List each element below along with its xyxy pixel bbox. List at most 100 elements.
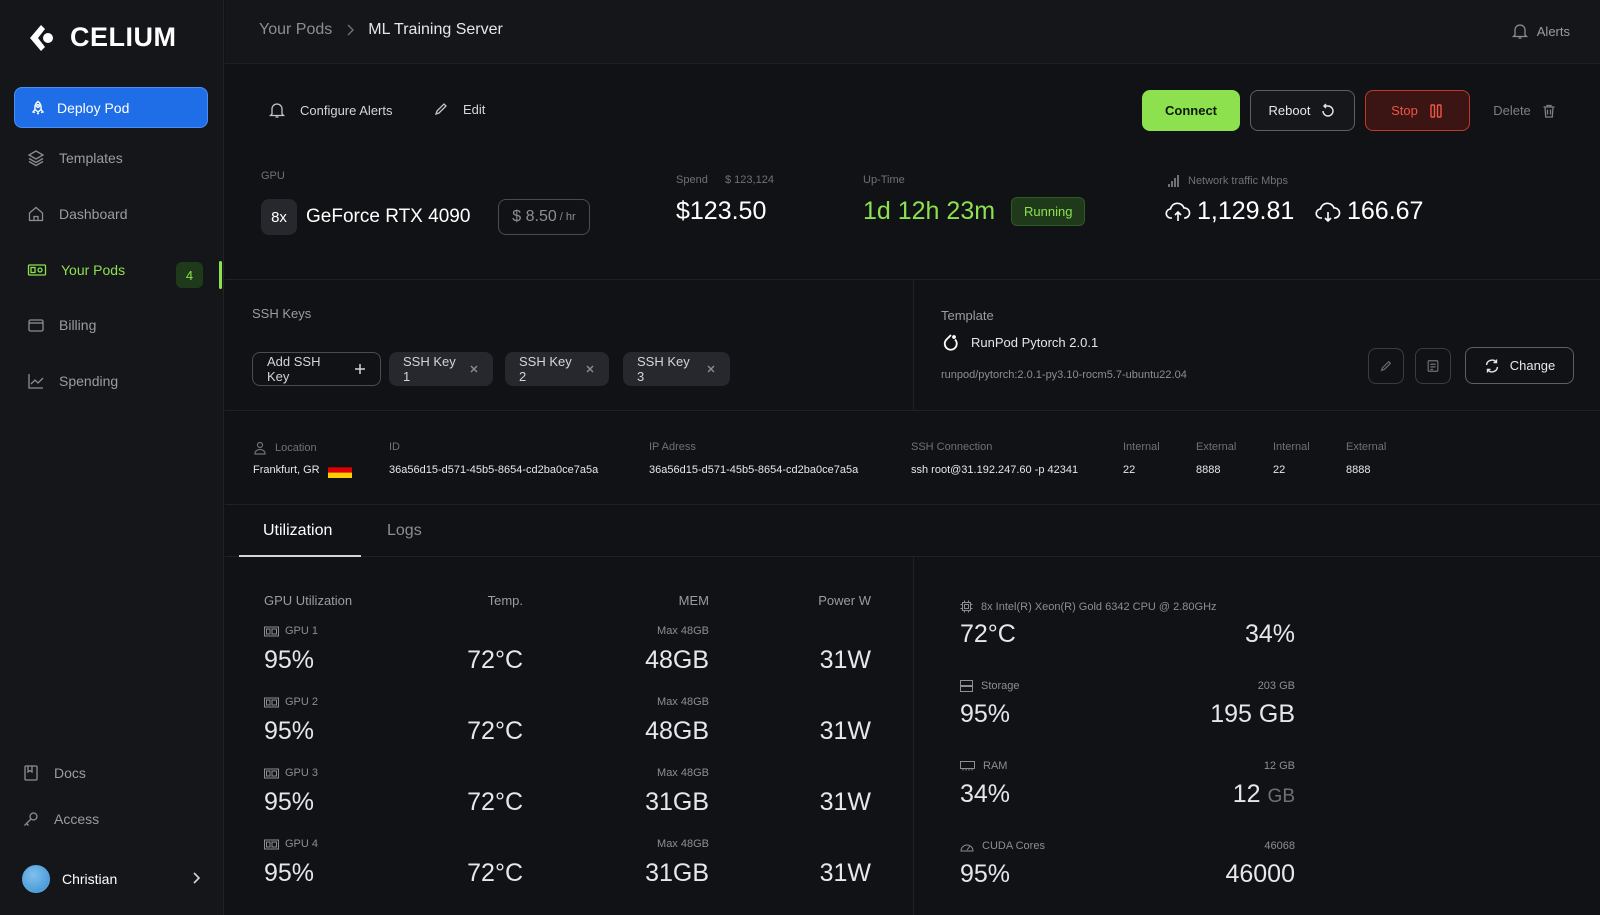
ram-icon [960, 761, 975, 771]
spend-label: Spend [676, 174, 708, 186]
active-indicator [219, 261, 222, 289]
delete-label: Delete [1493, 103, 1531, 118]
gauge-icon [960, 840, 974, 852]
edit-template-button[interactable] [1368, 348, 1404, 384]
gpu-mem-max: Max 48GB [657, 838, 709, 850]
edit-label: Edit [463, 101, 486, 117]
gpu-name: GeForce RTX 4090 [306, 206, 471, 227]
pause-icon [1428, 103, 1444, 119]
hourly-price: $ 8.50 / hr [498, 199, 590, 235]
cpu-label: 8x Intel(R) Xeon(R) Gold 6342 CPU @ 2.80… [960, 600, 1217, 613]
sidebar-item-spending[interactable]: Spending [27, 369, 118, 393]
chart-icon [27, 372, 45, 390]
id-field: ID 36a56d15-d571-45b5-8654-cd2ba0ce7a5a [389, 441, 598, 476]
gpu-icon [264, 839, 279, 850]
stop-label: Stop [1391, 103, 1418, 118]
change-template-button[interactable]: Change [1465, 347, 1574, 384]
logo[interactable]: CELIUM [26, 22, 177, 53]
cuda-total: 46068 [1264, 840, 1295, 852]
gpu-temp-value: 72°C [467, 717, 523, 745]
sidebar-item-billing[interactable]: Billing [27, 313, 96, 337]
template-notes-button[interactable] [1415, 348, 1451, 384]
cpu-icon [960, 600, 973, 613]
sidebar-item-access[interactable]: Access [22, 807, 99, 831]
layers-icon [27, 149, 45, 167]
gpu-mem-value: 31GB [645, 788, 709, 816]
deploy-pod-label: Deploy Pod [57, 99, 130, 116]
ip-field: IP Adress 36a56d15-d571-45b5-8654-cd2ba0… [649, 441, 858, 476]
sidebar-item-your-pods[interactable]: Your Pods [27, 258, 125, 282]
add-ssh-key-button[interactable]: Add SSH Key [252, 352, 381, 386]
storage-percent: 95% [960, 700, 1011, 728]
port-value: 22 [1273, 464, 1286, 476]
stop-button[interactable]: Stop [1365, 90, 1470, 131]
ssh-key-chip[interactable]: SSH Key 1 [389, 352, 493, 386]
pod-stats: GPU 8x GeForce RTX 4090 $ 8.50 / hr Spen… [225, 154, 1600, 280]
topbar: Your Pods ML Training Server Alerts [225, 0, 1600, 64]
gpu-mem-value: 31GB [645, 859, 709, 887]
cuda-percent: 95% [960, 860, 1011, 888]
template-image: runpod/pytorch:2.0.1-py3.10-rocm5.7-ubun… [941, 369, 1187, 381]
ssh-key-label: SSH Key 2 [519, 354, 572, 384]
gpu-label: GPU 1 [264, 625, 318, 637]
template-name-row: RunPod Pytorch 2.0.1 [941, 332, 1098, 352]
sidebar-item-docs[interactable]: Docs [22, 761, 86, 785]
pod-connection-info: Location Frankfurt, GR ID 36a56d15-d571-… [225, 412, 1600, 505]
reboot-button[interactable]: Reboot [1250, 90, 1355, 131]
utilization-panel: GPU Utilization Temp. MEM Power W GPU 1 … [225, 557, 1600, 915]
connect-button[interactable]: Connect [1142, 90, 1240, 131]
ram-percent: 34% [960, 780, 1011, 808]
wallet-icon [27, 316, 45, 334]
ssh-key-chip[interactable]: SSH Key 3 [623, 352, 730, 386]
close-icon[interactable] [469, 364, 479, 374]
ip-value[interactable]: 36a56d15-d571-45b5-8654-cd2ba0ce7a5a [649, 464, 858, 476]
port-field: Internal 22 [1273, 441, 1310, 476]
ssh-connection-label: SSH Connection [911, 441, 993, 453]
alerts-button[interactable]: Alerts [1511, 22, 1570, 40]
delete-button[interactable]: Delete [1490, 90, 1560, 131]
uptime-value: 1d 12h 23m [863, 197, 996, 225]
ram-used-unit: GB [1267, 786, 1295, 807]
gpu-util-value: 95% [264, 646, 315, 674]
port-label: Internal [1123, 441, 1160, 453]
location-label: Location [275, 442, 317, 454]
ip-label: IP Adress [649, 441, 696, 453]
sidebar-item-label: Docs [54, 765, 86, 781]
configure-alerts-button[interactable]: Configure Alerts [268, 101, 393, 119]
sidebar-item-label: Access [54, 811, 100, 827]
connect-label: Connect [1165, 103, 1217, 118]
user-menu[interactable]: Christian [22, 864, 202, 894]
tab-utilization[interactable]: Utilization [263, 522, 332, 540]
gpu-icon [264, 768, 279, 779]
close-icon[interactable] [585, 364, 595, 374]
close-icon[interactable] [706, 364, 716, 374]
breadcrumb-your-pods[interactable]: Your Pods [259, 21, 332, 39]
brand-name: CELIUM [70, 22, 177, 52]
tab-logs[interactable]: Logs [387, 522, 422, 540]
cloud-download-icon [1315, 201, 1341, 223]
spend-value: $123.50 [676, 197, 767, 225]
chevron-right-icon [190, 871, 202, 885]
download-stat: 166.67 [1315, 197, 1423, 226]
tabs: Utilization Logs [225, 505, 1600, 557]
gpu-temp-value: 72°C [467, 646, 523, 674]
upload-value: 1,129.81 [1197, 197, 1295, 225]
gpu-name: GPU 2 [285, 696, 319, 708]
gpu-icon [27, 261, 47, 279]
port-value: 8888 [1196, 464, 1221, 476]
storage-used: 195 GB [1210, 700, 1295, 728]
ssh-key-chip[interactable]: SSH Key 2 [505, 352, 609, 386]
document-icon [1426, 359, 1440, 373]
sidebar-item-templates[interactable]: Templates [27, 146, 123, 170]
alerts-label: Alerts [1536, 23, 1570, 39]
sidebar-item-dashboard[interactable]: Dashboard [27, 202, 128, 226]
id-label: ID [389, 441, 400, 453]
deploy-pod-button[interactable]: Deploy Pod [14, 87, 208, 128]
main-content: Your Pods ML Training Server Alerts Conf… [225, 0, 1600, 915]
edit-button[interactable]: Edit [433, 101, 485, 117]
ssh-connection-value[interactable]: ssh root@31.192.247.60 -p 42341 [911, 464, 1078, 476]
cloud-upload-icon [1165, 201, 1191, 223]
id-value[interactable]: 36a56d15-d571-45b5-8654-cd2ba0ce7a5a [389, 464, 598, 476]
cpu-usage-value: 34% [1244, 620, 1295, 648]
ssh-key-label: SSH Key 3 [637, 354, 690, 384]
